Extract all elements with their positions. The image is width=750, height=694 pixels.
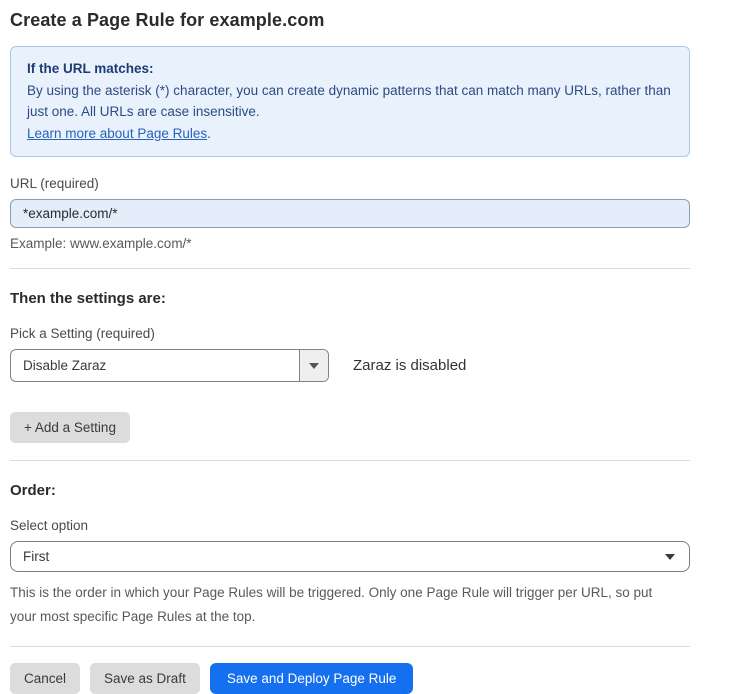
- page-rule-form: Create a Page Rule for example.com If th…: [0, 0, 750, 670]
- setting-row: Disable Zaraz Zaraz is disabled: [10, 349, 690, 382]
- order-select-label: Select option: [10, 518, 690, 533]
- info-box-link-line: Learn more about Page Rules.: [27, 123, 673, 145]
- order-select-value: First: [23, 549, 665, 564]
- setting-picker-label: Pick a Setting (required): [10, 326, 690, 341]
- chevron-down-icon: [309, 363, 319, 369]
- url-input[interactable]: [10, 199, 690, 228]
- url-match-info-box: If the URL matches: By using the asteris…: [10, 46, 690, 157]
- chevron-down-icon: [665, 554, 675, 560]
- page-title: Create a Page Rule for example.com: [10, 10, 690, 31]
- setting-status-text: Zaraz is disabled: [353, 357, 466, 374]
- info-box-heading: If the URL matches:: [27, 58, 673, 80]
- info-box-body: By using the asterisk (*) character, you…: [27, 80, 673, 123]
- setting-select-arrow-button[interactable]: [299, 350, 328, 381]
- cancel-button[interactable]: Cancel: [10, 663, 80, 694]
- link-period: .: [207, 126, 211, 141]
- settings-section-heading: Then the settings are:: [10, 290, 690, 307]
- save-and-deploy-button[interactable]: Save and Deploy Page Rule: [210, 663, 414, 694]
- add-setting-button[interactable]: + Add a Setting: [10, 412, 130, 443]
- divider: [10, 268, 690, 269]
- setting-select[interactable]: Disable Zaraz: [10, 349, 329, 382]
- setting-select-value: Disable Zaraz: [11, 350, 299, 381]
- divider: [10, 460, 690, 461]
- order-description: This is the order in which your Page Rul…: [10, 581, 682, 629]
- form-actions: Cancel Save as Draft Save and Deploy Pag…: [10, 663, 690, 694]
- learn-more-link[interactable]: Learn more about Page Rules: [27, 126, 207, 141]
- url-example-text: Example: www.example.com/*: [10, 236, 690, 251]
- save-as-draft-button[interactable]: Save as Draft: [90, 663, 200, 694]
- order-section-heading: Order:: [10, 482, 690, 499]
- order-select[interactable]: First: [10, 541, 690, 572]
- url-field-label: URL (required): [10, 176, 690, 191]
- divider: [10, 646, 690, 647]
